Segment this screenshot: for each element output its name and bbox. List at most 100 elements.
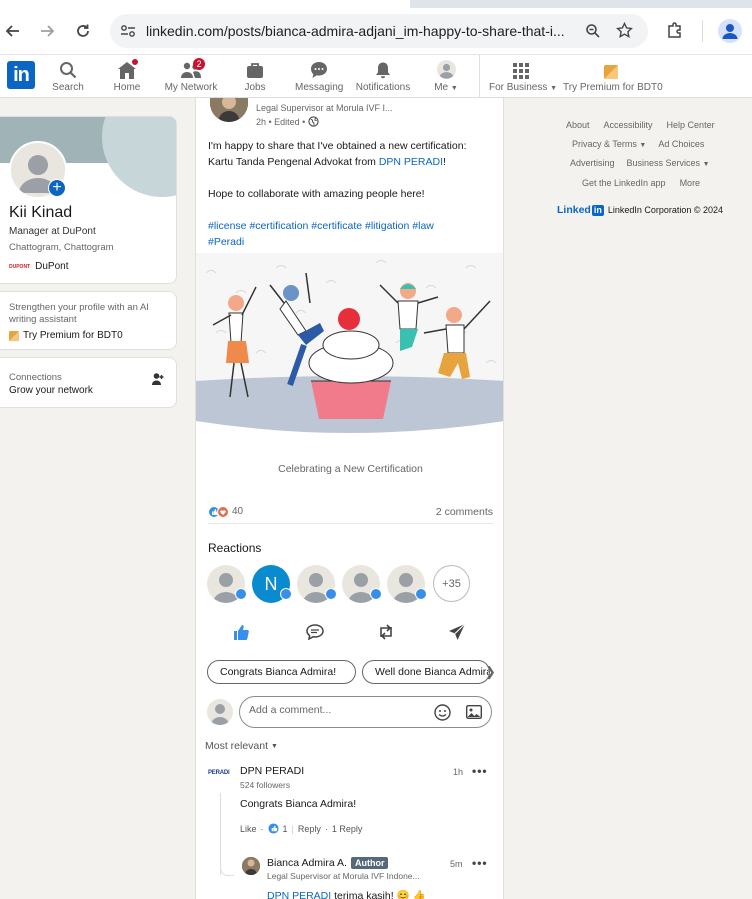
bell-icon bbox=[355, 59, 411, 79]
image-icon[interactable] bbox=[466, 705, 482, 719]
more-reactors-button[interactable]: +35 bbox=[433, 565, 470, 602]
like-icon bbox=[370, 588, 382, 600]
comment-input[interactable] bbox=[249, 704, 419, 716]
footer-row: About Accessibility Help Center bbox=[566, 120, 715, 130]
chevron-right-icon[interactable]: ❯ bbox=[485, 664, 496, 680]
sort-dropdown[interactable]: Most relevant ▼ bbox=[205, 740, 278, 752]
reaction-count[interactable]: 40 bbox=[232, 506, 243, 517]
nav-messaging[interactable]: Messaging bbox=[295, 59, 343, 95]
emoji-icon[interactable] bbox=[434, 704, 451, 721]
reply-author-avatar[interactable] bbox=[242, 857, 260, 875]
like-icon bbox=[235, 588, 247, 600]
footer-row: Privacy & Terms ▼ Ad Choices bbox=[572, 139, 704, 149]
tab-strip bbox=[0, 0, 752, 8]
reaction-icons[interactable] bbox=[208, 506, 230, 518]
suggestion-chip[interactable]: Congrats Bianca Admira! bbox=[207, 660, 356, 684]
active-tab[interactable] bbox=[0, 0, 410, 8]
reply-author-name: Bianca Admira A. bbox=[267, 857, 347, 869]
premium-upsell-card[interactable]: Strengthen your profile with an AI writi… bbox=[0, 291, 177, 350]
comment-reply-count[interactable]: 1 Reply bbox=[332, 824, 363, 834]
bookmark-star-icon[interactable] bbox=[616, 22, 633, 39]
reply-author[interactable]: Bianca Admira A. Author bbox=[267, 857, 389, 869]
hashtags[interactable]: #license #certification #certificate #li… bbox=[208, 218, 498, 234]
sort-label: Most relevant bbox=[205, 740, 269, 752]
post-text-line: Hope to collaborate with amazing people … bbox=[208, 188, 425, 200]
premium-icon bbox=[563, 59, 659, 79]
footer-link[interactable]: Get the LinkedIn app bbox=[582, 178, 666, 188]
comment-time: 1h bbox=[453, 767, 464, 777]
comment-like-button[interactable]: Like bbox=[240, 824, 257, 834]
comment-author-name[interactable]: DPN PERADI bbox=[240, 765, 304, 777]
footer-link[interactable]: About bbox=[566, 120, 590, 130]
post-card: Legal Supervisor at Morula IVF I... 2h •… bbox=[195, 98, 504, 899]
more-options-icon[interactable]: ••• bbox=[472, 856, 488, 870]
address-bar[interactable]: linkedin.com/posts/bianca-admira-adjani_… bbox=[110, 14, 648, 48]
site-settings-icon[interactable] bbox=[120, 24, 136, 38]
reply-author-headline: Legal Supervisor at Morula IVF Indone... bbox=[267, 871, 420, 881]
post-author-avatar[interactable] bbox=[210, 98, 248, 122]
footer-row: Get the LinkedIn app More bbox=[582, 178, 700, 188]
profile-card: + Kii Kinad Manager at DuPont Chattogram… bbox=[0, 116, 177, 284]
footer-link[interactable]: More bbox=[680, 178, 701, 188]
certification-illustration[interactable] bbox=[196, 253, 503, 441]
post-time: 2h • Edited • bbox=[256, 116, 306, 127]
browser-profile-avatar[interactable] bbox=[718, 19, 742, 43]
reload-icon[interactable] bbox=[72, 20, 94, 42]
nav-notifications[interactable]: Notifications bbox=[355, 59, 411, 95]
nav-label: Search bbox=[52, 82, 84, 93]
comment-button[interactable] bbox=[303, 620, 327, 644]
company-name: DuPont bbox=[35, 261, 69, 272]
footer-link[interactable]: Privacy & Terms ▼ bbox=[572, 139, 646, 149]
footer-link[interactable]: Accessibility bbox=[604, 120, 653, 130]
nav-my-network[interactable]: 2 My Network bbox=[164, 58, 218, 95]
comment-count[interactable]: 2 comments bbox=[436, 506, 493, 518]
more-options-icon[interactable]: ••• bbox=[472, 764, 488, 778]
footer-link[interactable]: Help Center bbox=[667, 120, 715, 130]
suggestion-chip[interactable]: Well done Bianca Admira! bbox=[362, 660, 490, 684]
profile-name[interactable]: Kii Kinad bbox=[9, 204, 72, 222]
profile-company[interactable]: DUPONT DuPont bbox=[9, 261, 68, 272]
connections-title: Connections bbox=[9, 372, 62, 383]
nav-label: My Network bbox=[164, 82, 218, 93]
nav-search[interactable]: Search bbox=[50, 59, 86, 95]
nav-divider bbox=[479, 55, 480, 97]
me-avatar bbox=[431, 59, 461, 79]
dpn-peradi-logo[interactable]: PERADI bbox=[208, 770, 232, 782]
repost-button[interactable] bbox=[374, 620, 398, 644]
comment-input-box[interactable] bbox=[239, 696, 492, 728]
comment-reply-button[interactable]: Reply bbox=[298, 824, 321, 834]
like-icon bbox=[280, 588, 292, 600]
zoom-icon[interactable] bbox=[585, 23, 601, 39]
nav-for-business[interactable]: For Business ▼ bbox=[489, 59, 557, 95]
image-caption: Celebrating a New Certification bbox=[278, 463, 423, 475]
footer-link[interactable]: Business Services ▼ bbox=[627, 158, 710, 168]
nav-home[interactable]: Home bbox=[110, 58, 144, 95]
nav-me[interactable]: Me ▼ bbox=[431, 59, 461, 95]
premium-cta-label: Try Premium for BDT0 bbox=[23, 330, 123, 341]
send-button[interactable] bbox=[445, 620, 469, 644]
comment-like-count[interactable]: 1 bbox=[283, 824, 288, 834]
extensions-icon[interactable] bbox=[666, 21, 684, 39]
connections-card[interactable]: Connections Grow your network bbox=[0, 357, 177, 408]
post-text-span: Kartu Tanda Pengenal Advokat from bbox=[208, 156, 379, 168]
caret-down-icon: ▼ bbox=[271, 742, 278, 750]
mention-link[interactable]: DPN PERADI bbox=[267, 890, 331, 899]
footer-link[interactable]: Advertising bbox=[570, 158, 615, 168]
footer-link-label: Business Services bbox=[626, 158, 701, 168]
send-icon bbox=[449, 623, 466, 640]
footer-link[interactable]: Ad Choices bbox=[658, 139, 704, 149]
forward-icon[interactable] bbox=[36, 20, 58, 42]
premium-upsell-link[interactable]: Try Premium for BDT0 bbox=[9, 330, 123, 341]
hashtags[interactable]: #Peradi bbox=[208, 234, 498, 250]
caret-down-icon: ▼ bbox=[450, 85, 458, 92]
nav-try-premium[interactable]: Try Premium for BDT0 bbox=[563, 59, 663, 95]
linkedin-wordmark: Linked in bbox=[557, 204, 604, 216]
nav-jobs[interactable]: Jobs bbox=[238, 59, 272, 95]
thumbs-up-icon bbox=[234, 625, 249, 640]
back-icon[interactable] bbox=[2, 20, 24, 42]
add-photo-button[interactable]: + bbox=[48, 179, 66, 197]
like-button[interactable] bbox=[229, 620, 253, 644]
linkedin-logo[interactable]: in bbox=[7, 61, 35, 89]
reply-text: DPN PERADI terima kasih! 😊 👍 bbox=[267, 889, 426, 899]
mention-link[interactable]: DPN PERADI bbox=[379, 156, 443, 168]
